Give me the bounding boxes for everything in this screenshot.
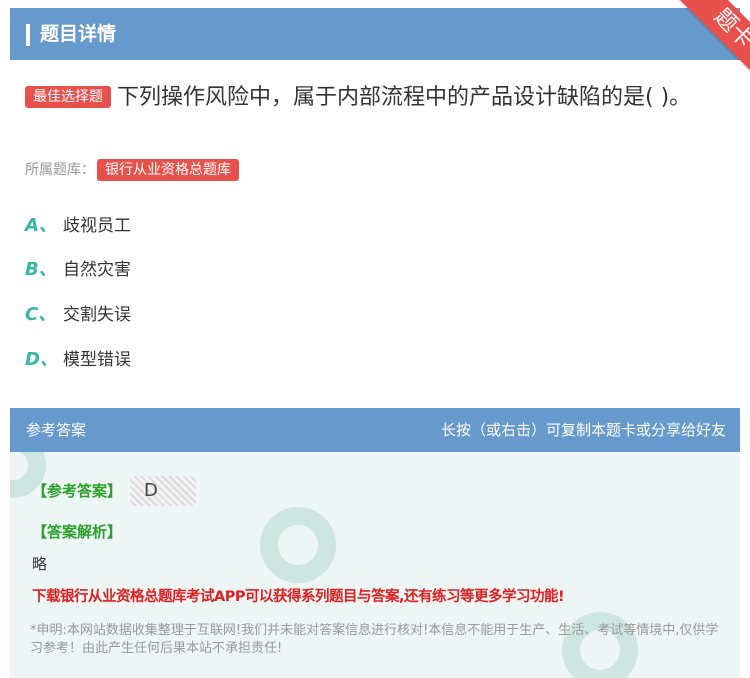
card-ribbon[interactable]: 题卡 <box>655 0 750 85</box>
option-letter: D、 <box>25 349 58 370</box>
share-tip: 长按（或右击）可复制本题卡或分享给好友 <box>440 421 726 439</box>
option-letter: A、 <box>25 215 57 236</box>
header-accent-bar <box>26 24 30 46</box>
answer-section-title: 参考答案 <box>26 421 87 439</box>
reference-answer-label: 【参考答案】 <box>32 482 123 500</box>
question-bank-badge[interactable]: 银行从业资格总题库 <box>97 159 239 181</box>
answer-header: 参考答案 长按（或右击）可复制本题卡或分享给好友 <box>10 408 740 452</box>
analysis-text: 略 <box>32 555 48 573</box>
question-bank-label: 所属题库： <box>25 162 95 178</box>
question-stem: 最佳选择题 下列操作风险中，属于内部流程中的产品设计缺陷的是( )。 <box>25 80 730 116</box>
answer-image: D <box>130 476 196 506</box>
card-ribbon-label: 题卡 <box>671 0 750 85</box>
analysis-label: 【答案解析】 <box>32 523 123 541</box>
option-text: 模型错误 <box>63 350 131 370</box>
answer-body: 【参考答案】 D 【答案解析】 略 下载银行从业资格总题库考试APP可以获得系列… <box>10 452 740 678</box>
option-c[interactable]: C、 交割失误 <box>25 301 131 329</box>
disclaimer: *申明:本网站数据收集整理于互联网!我们并未能对答案信息进行核对!本信息不能用于… <box>30 623 719 656</box>
option-text: 交割失误 <box>63 305 131 325</box>
question-text: 下列操作风险中，属于内部流程中的产品设计缺陷的是( )。 <box>117 85 692 110</box>
option-text: 歧视员工 <box>63 216 131 236</box>
option-letter: C、 <box>25 304 57 325</box>
question-type-badge: 最佳选择题 <box>25 86 111 108</box>
option-text: 自然灾害 <box>63 260 131 280</box>
option-d[interactable]: D、 模型错误 <box>25 346 131 374</box>
watermark-logo <box>260 507 336 583</box>
question-bank: 所属题库： 银行从业资格总题库 <box>25 158 245 182</box>
header: 题目详情 <box>10 8 740 60</box>
option-a[interactable]: A、 歧视员工 <box>25 212 131 240</box>
option-letter: B、 <box>25 259 57 280</box>
option-b[interactable]: B、 自然灾害 <box>25 256 131 284</box>
page-title: 题目详情 <box>40 23 117 45</box>
download-promo-link[interactable]: 下载银行从业资格总题库考试APP可以获得系列题目与答案,还有练习等更多学习功能! <box>32 585 565 606</box>
